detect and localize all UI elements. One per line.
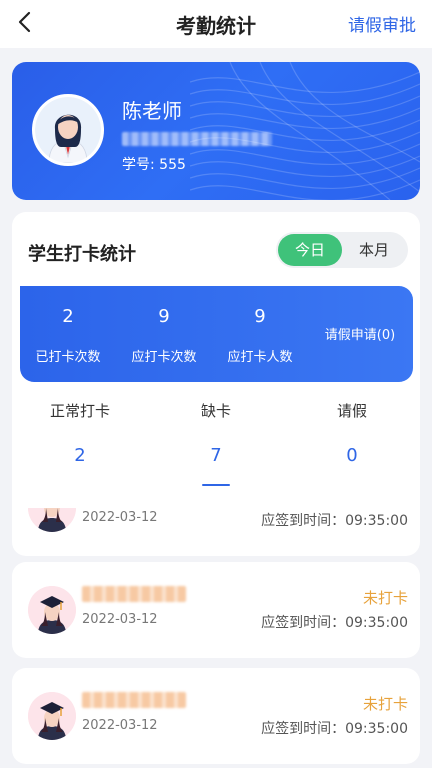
teacher-school-blurred [122, 132, 272, 146]
period-toggle: 今日 本月 [276, 232, 408, 268]
summary-checked-in: 2 已打卡次数 [20, 286, 116, 382]
record-status: 未打卡 [362, 695, 408, 713]
student-name-blurred [82, 586, 186, 602]
top-bar: 考勤统计 请假审批 [0, 0, 432, 48]
summary-band: 2 已打卡次数 9 应打卡次数 9 应打卡人数 请假申请(0) [20, 286, 413, 382]
summary-value: 9 [254, 306, 266, 327]
student-number: 学号: 555 [122, 157, 186, 173]
summary-value: 9 [158, 306, 170, 327]
record-expected-time: 应签到时间：09:35:00 [261, 513, 408, 529]
record-expected-time: 应签到时间：09:35:00 [261, 615, 408, 631]
selected-tab-indicator [202, 484, 230, 486]
summary-label: 已打卡次数 [35, 350, 101, 365]
attendance-record-card[interactable]: 2022-03-12 未打卡 应签到时间：09:35:00 [12, 668, 420, 764]
attendance-stats-panel: 学生打卡统计 今日 本月 2 已打卡次数 9 应打卡次数 9 应打卡人数 请假申… [12, 212, 420, 508]
category-count: 7 [210, 445, 222, 466]
student-avatar [28, 692, 76, 740]
record-date: 2022-03-12 [82, 718, 158, 733]
category-tab-missing[interactable]: 缺卡 7 [148, 400, 284, 466]
record-expected-time: 应签到时间：09:35:00 [261, 721, 408, 737]
attendance-record-card[interactable]: 2022-03-12 未打卡 应签到时间：09:35:00 [12, 562, 420, 658]
summary-expected-people: 9 应打卡人数 [212, 286, 308, 382]
teacher-avatar [32, 94, 104, 166]
category-count: 0 [346, 445, 358, 466]
category-label: 正常打卡 [49, 402, 110, 420]
summary-label: 应打卡次数 [131, 350, 197, 365]
category-count: 2 [74, 445, 86, 466]
leave-approval-link[interactable]: 请假审批 [348, 11, 416, 36]
summary-value: 2 [62, 306, 74, 327]
teacher-profile-card: 陈老师 学号: 555 [12, 62, 420, 200]
record-status: 未打卡 [362, 589, 408, 607]
summary-expected-checkins: 9 应打卡次数 [116, 286, 212, 382]
leave-request-link[interactable]: 请假申请(0) [312, 324, 408, 343]
teacher-name: 陈老师 [122, 99, 182, 123]
category-tab-normal[interactable]: 正常打卡 2 [12, 400, 148, 466]
record-date: 2022-03-12 [82, 612, 158, 627]
category-tab-leave[interactable]: 请假 0 [284, 400, 420, 466]
category-label: 缺卡 [200, 402, 231, 420]
record-date: 2022-03-12 [82, 510, 158, 525]
wave-pattern-decoration [190, 62, 420, 200]
toggle-today[interactable]: 今日 [278, 234, 342, 266]
summary-label: 应打卡人数 [227, 350, 293, 365]
stats-title: 学生打卡统计 [28, 244, 136, 265]
toggle-month[interactable]: 本月 [342, 234, 406, 266]
category-label: 请假 [336, 402, 367, 420]
student-avatar [28, 586, 76, 634]
student-name-blurred [82, 692, 186, 708]
